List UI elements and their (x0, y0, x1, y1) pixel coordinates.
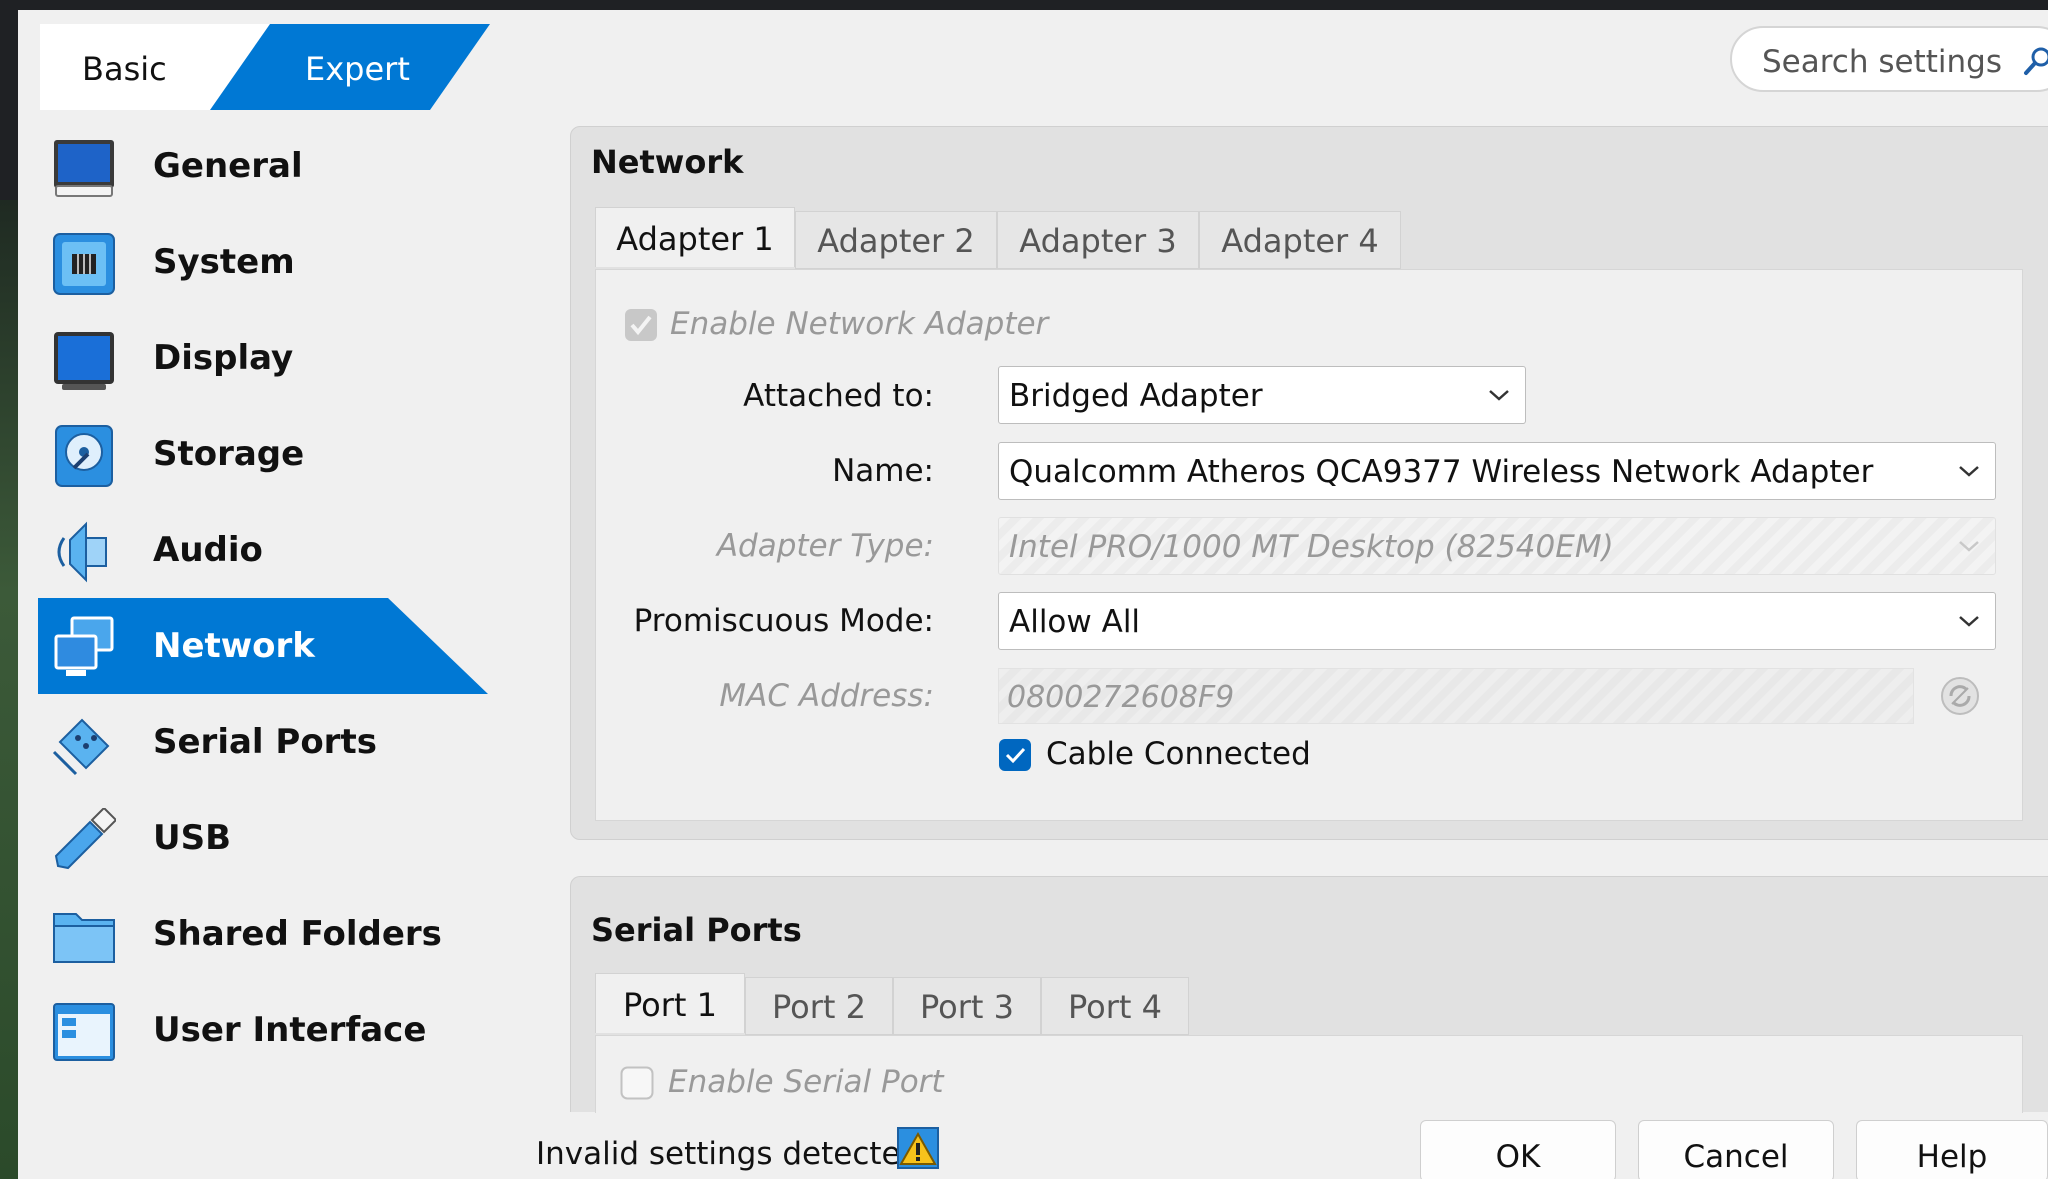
network-icon (54, 616, 114, 676)
mac-address-value: 0800272608F9 (1007, 680, 1235, 715)
sidebar-item-storage[interactable]: Storage (38, 406, 498, 502)
user-interface-icon (53, 1003, 115, 1061)
name-value: Qualcomm Atheros QCA9377 Wireless Networ… (1009, 454, 1874, 490)
enable-network-adapter-label: Enable Network Adapter (670, 306, 1049, 342)
serial-ports-group: Serial Ports Port 1 Port 2 Port 3 Port 4… (570, 876, 2048, 1113)
general-icon (54, 140, 114, 197)
mac-address-label: MAC Address: (719, 678, 934, 714)
warning-icon[interactable] (896, 1126, 940, 1170)
serial-ports-icon (52, 718, 110, 776)
tab-adapter-2[interactable]: Adapter 2 (795, 211, 997, 269)
tab-adapter-1[interactable]: Adapter 1 (595, 207, 795, 267)
attached-to-select[interactable]: Bridged Adapter (998, 366, 1526, 424)
name-label: Name: (832, 453, 934, 489)
sidebar-item-shared-folders[interactable]: Shared Folders (38, 886, 498, 982)
expert-mode-label: Expert (305, 50, 410, 88)
tab-port-4[interactable]: Port 4 (1041, 977, 1189, 1035)
adapter-type-label: Adapter Type: (716, 528, 934, 564)
promiscuous-mode-select[interactable]: Allow All (998, 592, 1996, 650)
ok-button[interactable]: OK (1420, 1120, 1616, 1179)
sidebar-item-label: USB (153, 818, 232, 858)
cancel-button[interactable]: Cancel (1638, 1120, 1834, 1179)
attached-to-value: Bridged Adapter (1009, 378, 1263, 414)
search-icon[interactable] (2022, 45, 2048, 77)
name-select[interactable]: Qualcomm Atheros QCA9377 Wireless Networ… (998, 442, 1996, 500)
adapter-1-pane: Enable Network Adapter Attached to: Brid… (595, 269, 2023, 821)
sidebar-item-label: General (153, 146, 303, 186)
sidebar-item-label: System (153, 242, 295, 282)
sidebar-item-label: Shared Folders (153, 914, 442, 954)
settings-dialog: Basic Expert Search settings General Sys… (18, 10, 2048, 1179)
tab-port-3[interactable]: Port 3 (893, 977, 1041, 1035)
sidebar-item-usb[interactable]: USB (38, 790, 498, 886)
adapter-type-select: Intel PRO/1000 MT Desktop (82540EM) (998, 517, 1996, 575)
sidebar-item-label: Storage (153, 434, 305, 474)
search-settings-field[interactable]: Search settings (1730, 26, 2048, 92)
usb-icon (54, 808, 116, 870)
search-input[interactable]: Search settings (1762, 44, 2002, 80)
chevron-down-icon (1959, 466, 1979, 477)
sidebar-item-general[interactable]: General (38, 118, 498, 214)
promiscuous-mode-label: Promiscuous Mode: (633, 603, 934, 639)
network-group-title: Network (591, 143, 744, 181)
enable-serial-port-checkbox[interactable] (620, 1066, 654, 1100)
sidebar-item-label: Audio (153, 530, 263, 570)
chevron-down-icon (1959, 616, 1979, 627)
serial-ports-group-title: Serial Ports (591, 911, 802, 949)
tab-port-2[interactable]: Port 2 (745, 977, 893, 1035)
sidebar-item-audio[interactable]: Audio (38, 502, 498, 598)
enable-network-adapter-checkbox[interactable] (624, 308, 658, 342)
sidebar-item-label: User Interface (153, 1010, 427, 1050)
cable-connected-checkbox[interactable] (998, 738, 1032, 772)
adapter-type-value: Intel PRO/1000 MT Desktop (82540EM) (1009, 529, 1614, 565)
basic-mode-label: Basic (82, 50, 167, 88)
tab-adapter-3[interactable]: Adapter 3 (997, 211, 1199, 269)
promiscuous-mode-value: Allow All (1009, 604, 1141, 640)
mac-address-field: 0800272608F9 (998, 668, 1914, 724)
chevron-down-icon (1489, 390, 1509, 401)
sidebar-item-network[interactable]: Network (38, 598, 498, 694)
tab-adapter-4[interactable]: Adapter 4 (1199, 211, 1401, 269)
network-group: Network Adapter 1 Adapter 2 Adapter 3 Ad… (570, 126, 2048, 840)
sidebar-item-display[interactable]: Display (38, 310, 498, 406)
enable-serial-port-label: Enable Serial Port (668, 1064, 944, 1100)
status-message: Invalid settings detected (536, 1136, 921, 1172)
audio-icon (57, 521, 107, 583)
sidebar-item-system[interactable]: System (38, 214, 498, 310)
sidebar-item-label: Serial Ports (153, 722, 377, 762)
sidebar-item-user-interface[interactable]: User Interface (38, 982, 498, 1078)
attached-to-label: Attached to: (743, 378, 934, 414)
storage-icon (55, 425, 113, 487)
port-1-pane: Enable Serial Port (595, 1035, 2023, 1113)
sidebar-item-label: Network (153, 626, 315, 666)
chevron-down-icon (1959, 541, 1979, 552)
refresh-mac-icon (1941, 677, 1979, 715)
help-button[interactable]: Help (1856, 1120, 2048, 1179)
sidebar-item-label: Display (153, 338, 294, 378)
desktop-background-edge (0, 200, 18, 1179)
shared-folders-icon (53, 913, 115, 963)
mode-switch: Basic Expert (40, 24, 490, 110)
system-icon (53, 233, 115, 295)
tab-port-1[interactable]: Port 1 (595, 973, 745, 1033)
display-icon (54, 332, 114, 390)
cable-connected-label: Cable Connected (1046, 736, 1311, 772)
sidebar-item-serial-ports[interactable]: Serial Ports (38, 694, 498, 790)
